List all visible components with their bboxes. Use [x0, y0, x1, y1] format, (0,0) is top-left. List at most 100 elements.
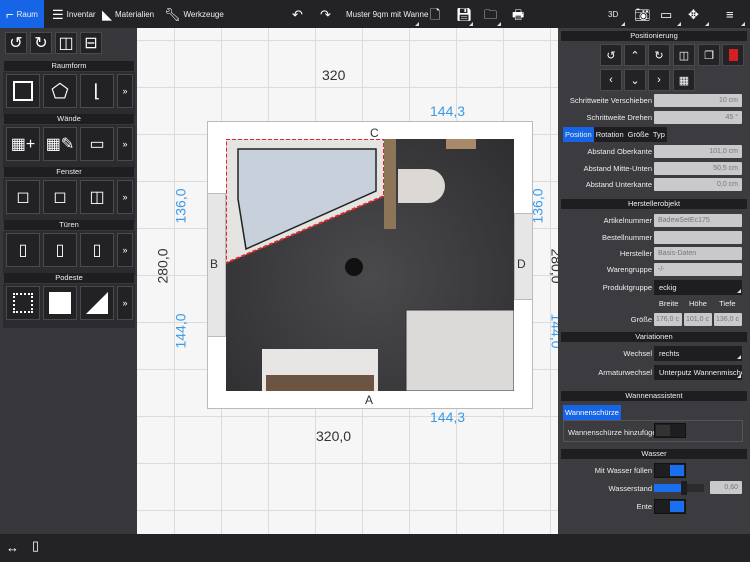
rotate-right-button[interactable]: ↻ — [30, 32, 52, 54]
room-icon: ⌐ — [6, 6, 14, 22]
podest-ramp-button[interactable] — [80, 286, 114, 320]
edit-wall-button[interactable]: ▦✎ — [43, 127, 77, 161]
cut-corner-room-icon: ⬠ — [51, 80, 69, 103]
door-glass-button[interactable]: ▯ — [43, 233, 77, 267]
tab-werkzeuge[interactable]: 🔧︎ Werkzeuge — [164, 0, 224, 28]
remote-button[interactable]: ▯ — [32, 538, 39, 554]
move-left-button[interactable]: ‹ — [600, 69, 622, 91]
breite-input[interactable]: 176,0 c — [654, 313, 682, 326]
tab-wannenschuerze[interactable]: Wannenschürze — [563, 405, 621, 420]
tab-raum[interactable]: ⌐ Raum — [0, 0, 44, 28]
tab-position[interactable]: Position — [563, 127, 594, 142]
tab-materialien[interactable]: ◣ Materialien — [102, 0, 154, 28]
ente-toggle[interactable] — [654, 499, 686, 514]
print-button[interactable]: 🖶 — [512, 0, 524, 28]
tab-groesse[interactable]: Größe — [626, 127, 651, 142]
abstand-oberkante-input[interactable]: 101,0 cm — [654, 145, 742, 158]
section-wasser: Wasser — [561, 449, 747, 459]
measure-button[interactable]: ↔ — [6, 540, 19, 555]
toilet[interactable] — [398, 169, 445, 203]
add-wall-button[interactable]: ▦+ — [6, 127, 40, 161]
camera-icon: 📷︎ — [634, 6, 651, 22]
room-l-shape-button[interactable]: ⌊ — [80, 74, 114, 108]
rotate-right-button[interactable]: ↻ — [648, 44, 670, 66]
window-1-button[interactable]: ◻ — [6, 180, 40, 214]
slider-handle[interactable] — [681, 481, 687, 495]
move-down-button[interactable]: ⌄ — [624, 69, 646, 91]
move-view-button[interactable]: ✥ — [688, 0, 710, 28]
display-button[interactable]: ▭ — [660, 0, 682, 28]
save-button[interactable]: 💾︎ — [456, 0, 474, 28]
room-floor — [226, 139, 514, 391]
copy-icon: ❐ — [704, 49, 714, 62]
rotate-left-button[interactable]: ↺ — [5, 32, 27, 54]
shower[interactable] — [405, 309, 514, 391]
size-headers: Breite Höhe Tiefe — [654, 299, 742, 308]
open-folder-button[interactable]: 🗀 — [484, 0, 502, 28]
waende-more-button[interactable]: » — [117, 127, 133, 161]
floorplan-canvas[interactable]: C A B D 320 144,3 144,3 320,0 280,0 136,… — [137, 28, 558, 534]
new-file-button[interactable]: 🗋 — [430, 0, 440, 28]
wechsel-select[interactable]: rechts — [654, 346, 742, 361]
section-raumform: Raumform — [4, 61, 134, 71]
tab-inventar[interactable]: ☰ Inventar — [52, 0, 96, 28]
room-cut-corner-button[interactable]: ⬠ — [43, 74, 77, 108]
camera-button[interactable]: 📷︎ — [634, 0, 651, 28]
tab-typ[interactable]: Typ — [651, 127, 667, 142]
step-move-input[interactable]: 10 cm — [654, 94, 742, 107]
hersteller-input[interactable]: Basis-Daten — [654, 247, 742, 260]
armaturwechsel-select[interactable]: Unterputz Wannenmischer — [654, 365, 742, 380]
mirror-button[interactable]: ◫ — [55, 32, 77, 54]
top-toolbar: ⌐ Raum ☰ Inventar ◣ Materialien 🔧︎ Werkzeuge… — [0, 0, 750, 28]
flip-button[interactable]: ⊟ — [80, 32, 102, 54]
room-rect-button[interactable] — [6, 74, 40, 108]
window-2-button[interactable]: ◻ — [43, 180, 77, 214]
project-name-button[interactable]: Muster 9qm mit Wanne — [346, 0, 428, 28]
tiefe-input[interactable]: 136,0 c — [714, 313, 742, 326]
rotate-right-icon: ↻ — [34, 35, 48, 52]
podeste-more-button[interactable]: » — [117, 286, 133, 320]
list-icon: ☰ — [52, 6, 64, 22]
wannenschuerze-label: Wannenschürze hinzufügen — [568, 428, 661, 437]
menu-button[interactable]: ≡ — [726, 0, 746, 28]
section-waende: Wände — [4, 114, 134, 124]
wasser-fuellen-toggle[interactable] — [654, 463, 686, 478]
tab-rotation[interactable]: Rotation — [594, 127, 626, 142]
wannenschuerze-toggle[interactable] — [654, 423, 686, 438]
podest-frame-button[interactable] — [6, 286, 40, 320]
view-3d-button[interactable]: 3D — [608, 0, 626, 28]
redo-button[interactable]: ↷ — [320, 0, 331, 28]
fenster-more-button[interactable]: » — [117, 180, 133, 214]
snap-grid-button[interactable]: ▦ — [673, 69, 695, 91]
delete-button[interactable] — [722, 44, 744, 66]
abstand-unterkante-input[interactable]: 0,0 cm — [654, 178, 742, 191]
wasserstand-slider[interactable] — [654, 481, 704, 495]
podest-solid-button[interactable] — [43, 286, 77, 320]
bestellnummer-input[interactable] — [654, 231, 742, 244]
undo-button[interactable]: ↶ — [292, 0, 303, 28]
wasserstand-input[interactable]: 0,60 — [710, 481, 742, 494]
window-icon: ◻ — [16, 189, 30, 206]
grid-icon: ▦ — [678, 74, 690, 87]
step-rotate-input[interactable]: 45 ° — [654, 111, 742, 124]
artikelnummer-input[interactable]: BadewSetEc175 — [654, 214, 742, 227]
rotate-left-button[interactable]: ↺ — [600, 44, 622, 66]
wall-partition — [384, 139, 396, 229]
produktgruppe-select[interactable]: eckig — [654, 280, 742, 295]
print-icon: 🖶 — [512, 6, 525, 22]
move-up-button[interactable]: ⌃ — [624, 44, 646, 66]
move-right-button[interactable]: › — [648, 69, 670, 91]
door-1-button[interactable]: ▯ — [6, 233, 40, 267]
mirror-button[interactable]: ◫ — [673, 44, 695, 66]
window-double-button[interactable]: ◫ — [80, 180, 114, 214]
duplicate-button[interactable]: ❐ — [698, 44, 720, 66]
hoehe-input[interactable]: 101,0 c — [684, 313, 712, 326]
raumform-more-button[interactable]: » — [117, 74, 133, 108]
door-sliding-button[interactable]: ▯ — [80, 233, 114, 267]
wall-niche-button[interactable]: ▭ — [80, 127, 114, 161]
warengruppe-input[interactable]: -/- — [654, 263, 742, 276]
tueren-more-button[interactable]: » — [117, 233, 133, 267]
wall-niche-icon: ▭ — [89, 136, 105, 153]
abstand-mitte-input[interactable]: 50,5 cm — [654, 162, 742, 175]
more-icon: » — [122, 139, 128, 149]
